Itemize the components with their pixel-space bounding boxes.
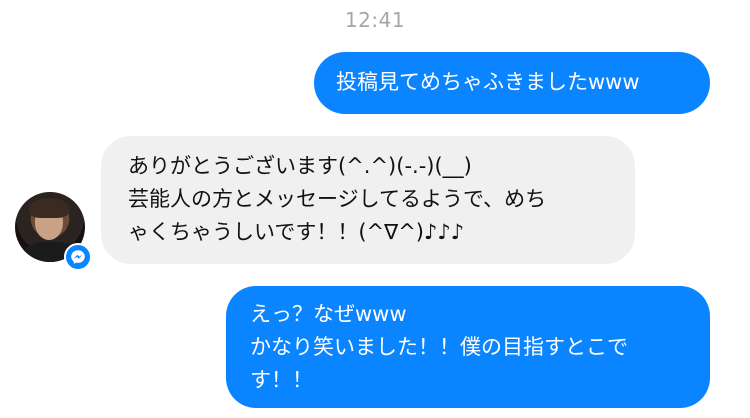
messenger-icon bbox=[64, 243, 92, 271]
avatar-hair bbox=[29, 198, 69, 218]
outgoing-message-bubble[interactable]: 投稿見てめちゃふきましたwww bbox=[314, 52, 710, 114]
message-text-line: 芸能人の方とメッセージしてるようで、めち bbox=[128, 187, 547, 211]
message-text-line: ゃくちゃうしいです！！(^∇^)♪♪♪ bbox=[128, 220, 465, 244]
message-text-line: す！！ bbox=[250, 368, 313, 392]
message-text-line: 投稿見てめちゃふきましたwww bbox=[336, 70, 640, 94]
outgoing-message-bubble[interactable]: えっ？なぜwww かなり笑いました！！僕の目指すとこで す！！ bbox=[226, 286, 710, 408]
message-text-line: えっ？なぜwww bbox=[250, 302, 407, 326]
message-text-line: ありがとうございます(^.^)(-.-)(__) bbox=[128, 154, 472, 178]
message-timestamp: 12:41 bbox=[344, 8, 406, 32]
messenger-bolt-icon bbox=[71, 250, 85, 264]
incoming-message-bubble[interactable]: ありがとうございます(^.^)(-.-)(__) 芸能人の方とメッセージしてるよ… bbox=[101, 136, 635, 264]
message-text-line: かなり笑いました！！僕の目指すとこで bbox=[250, 335, 628, 359]
